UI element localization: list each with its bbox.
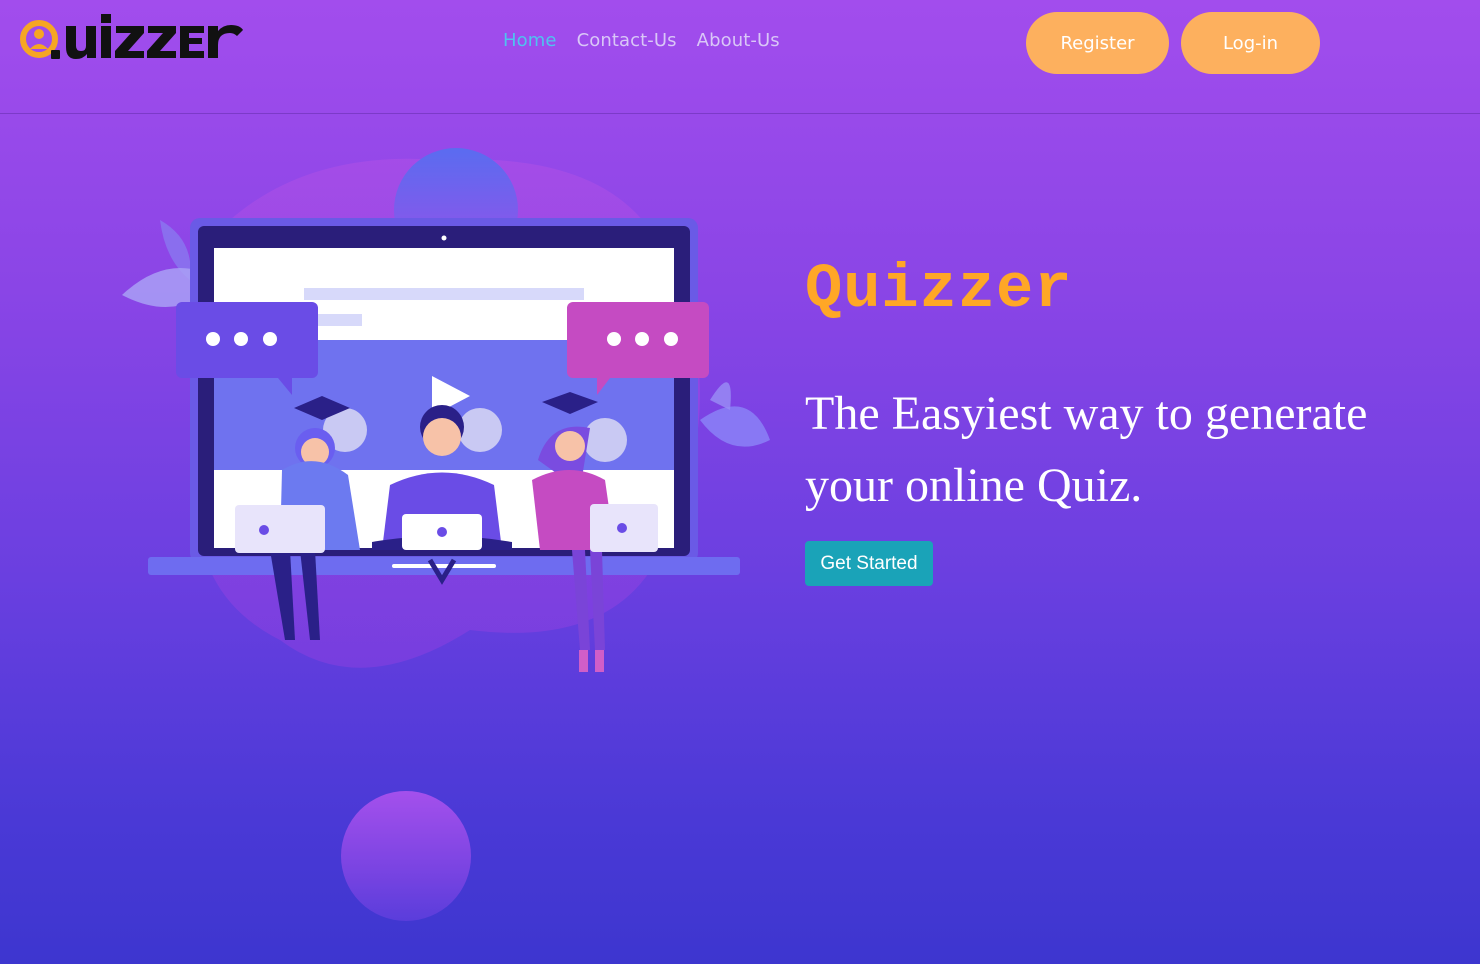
quizzer-logo-icon bbox=[20, 14, 243, 59]
nav-link-about-us[interactable]: About-Us bbox=[697, 30, 780, 51]
decorative-circle bbox=[341, 791, 471, 921]
nav-link-home[interactable]: Home bbox=[503, 30, 557, 51]
login-button[interactable]: Log-in bbox=[1181, 12, 1320, 74]
nav-link-contact-us[interactable]: Contact-Us bbox=[577, 30, 677, 51]
navbar: Home Contact-Us About-Us Register Log-in bbox=[0, 0, 1480, 114]
hero-title: Quizzer bbox=[805, 254, 1073, 325]
hero-illustration bbox=[110, 130, 790, 710]
register-button[interactable]: Register bbox=[1026, 12, 1169, 74]
main-nav: Home Contact-Us About-Us bbox=[503, 30, 780, 51]
hero-tagline: The Easyiest way to generate your online… bbox=[805, 387, 1368, 512]
students-laptop-illustration-icon bbox=[122, 148, 770, 672]
brand-logo[interactable] bbox=[20, 12, 250, 72]
get-started-button[interactable]: Get Started bbox=[805, 541, 933, 586]
